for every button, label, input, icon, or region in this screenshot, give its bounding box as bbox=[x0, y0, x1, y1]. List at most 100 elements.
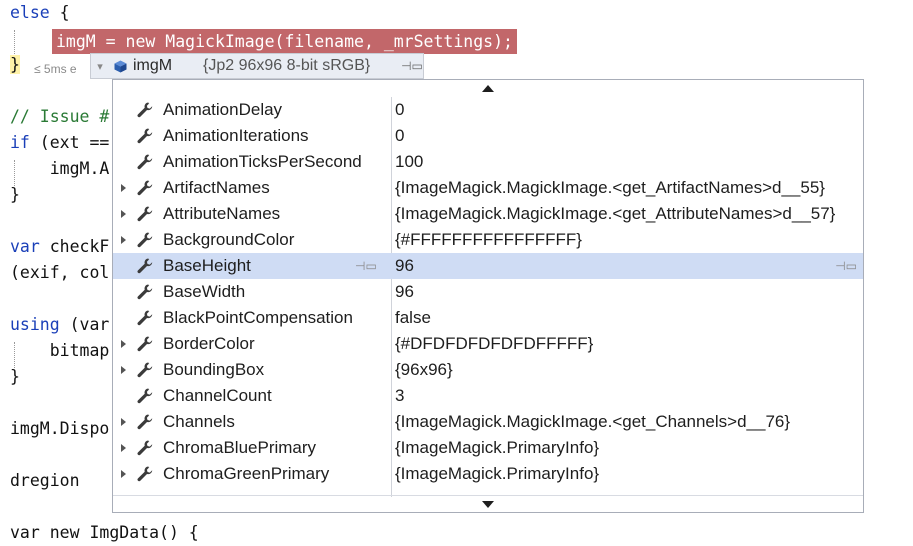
code-keyword: else bbox=[10, 3, 50, 22]
property-value[interactable]: {ImageMagick.PrimaryInfo} bbox=[389, 461, 863, 487]
property-value[interactable]: {ImageMagick.PrimaryInfo} bbox=[389, 435, 863, 461]
code-text: dregion bbox=[10, 471, 80, 490]
property-row[interactable]: ChromaBluePrimary {ImageMagick.PrimaryInf… bbox=[113, 435, 863, 461]
code-text: { bbox=[49, 3, 70, 22]
code-line[interactable]: // Issue # bbox=[10, 104, 109, 130]
property-name: AnimationDelay bbox=[163, 100, 283, 119]
code-line[interactable]: var checkF bbox=[10, 234, 109, 260]
property-row[interactable]: ChromaGreenPrimary {ImageMagick.PrimaryIn… bbox=[113, 461, 863, 487]
code-line[interactable]: } bbox=[10, 182, 20, 208]
expand-triangle-icon[interactable] bbox=[113, 227, 133, 253]
code-line[interactable]: bitmap bbox=[10, 338, 110, 364]
property-name: BackgroundColor bbox=[163, 230, 295, 249]
wrench-property-icon bbox=[133, 331, 157, 357]
property-value[interactable]: 96 bbox=[389, 279, 863, 305]
code-line[interactable]: using (var bbox=[10, 312, 109, 338]
property-row[interactable]: BaseWidth 96 bbox=[113, 279, 863, 305]
perf-tip[interactable]: ≤ 5ms e bbox=[34, 58, 77, 80]
property-value[interactable]: {#DFDFDFDFDFDFFFFF} bbox=[389, 331, 863, 357]
wrench-property-icon bbox=[133, 357, 157, 383]
property-value[interactable]: {ImageMagick.MagickImage.<get_Channels>d… bbox=[389, 409, 863, 435]
code-keyword: if bbox=[10, 133, 30, 152]
property-value[interactable]: {ImageMagick.MagickImage.<get_AttributeN… bbox=[389, 201, 863, 227]
wrench-property-icon bbox=[133, 305, 157, 331]
pin-icon[interactable]: ⊣▭ bbox=[835, 253, 857, 279]
datatip-property-panel[interactable]: AnimationDelay 0 AnimationIterations 0 Anima… bbox=[112, 79, 864, 513]
expand-triangle-icon[interactable] bbox=[113, 201, 133, 227]
code-line[interactable]: dregion bbox=[10, 468, 80, 494]
expand-triangle-icon[interactable] bbox=[113, 461, 133, 487]
code-comment: // Issue # bbox=[10, 107, 110, 126]
scroll-down-arrow-icon bbox=[482, 500, 494, 508]
property-row[interactable]: AnimationIterations 0 bbox=[113, 123, 863, 149]
scroll-up-arrow-icon bbox=[482, 84, 494, 92]
property-name: AnimationIterations bbox=[163, 126, 309, 145]
code-line[interactable]: if (ext == bbox=[10, 130, 109, 156]
property-value[interactable]: {#FFFFFFFFFFFFFFFF} bbox=[389, 227, 863, 253]
current-statement-highlight[interactable]: imgM = new MagickImage(filename, _mrSett… bbox=[52, 29, 517, 54]
wrench-property-icon bbox=[133, 97, 157, 123]
expand-triangle-icon[interactable] bbox=[113, 409, 133, 435]
property-row[interactable]: BorderColor {#DFDFDFDFDFDFFFFF} bbox=[113, 331, 863, 357]
code-text: } bbox=[10, 55, 20, 74]
property-value[interactable]: {96x96} bbox=[389, 357, 863, 383]
property-row[interactable]: AnimationTicksPerSecond 100 bbox=[113, 149, 863, 175]
property-name: BoundingBox bbox=[163, 360, 265, 379]
variable-value[interactable]: {Jp2 96x96 8-bit sRGB} bbox=[203, 57, 401, 75]
scroll-down-button[interactable] bbox=[113, 495, 863, 512]
property-row[interactable]: Channels {ImageMagick.MagickImage.<get_Ch… bbox=[113, 409, 863, 435]
pin-icon[interactable]: ⊣▭ bbox=[401, 59, 423, 73]
property-row[interactable]: AnimationDelay 0 bbox=[113, 97, 863, 123]
code-line[interactable]: } bbox=[10, 52, 20, 78]
property-row[interactable]: ArtifactNames {ImageMagick.MagickImage.<g… bbox=[113, 175, 863, 201]
scroll-up-button[interactable] bbox=[113, 80, 863, 96]
expand-triangle-icon[interactable] bbox=[113, 331, 133, 357]
code-line[interactable]: else { bbox=[10, 0, 70, 26]
wrench-property-icon bbox=[133, 201, 157, 227]
property-value[interactable]: 0 bbox=[389, 123, 863, 149]
code-text: bitmap bbox=[49, 341, 110, 360]
property-value[interactable]: 96 bbox=[389, 253, 863, 279]
wrench-property-icon bbox=[133, 409, 157, 435]
property-row[interactable]: BackgroundColor {#FFFFFFFFFFFFFFFF} bbox=[113, 227, 863, 253]
pin-icon[interactable]: ⊣▭ bbox=[355, 253, 377, 279]
code-keyword: var bbox=[10, 237, 40, 256]
code-keyword: using bbox=[10, 315, 60, 334]
property-row[interactable]: BoundingBox {96x96} bbox=[113, 357, 863, 383]
property-row[interactable]: BaseHeight 96 ⊣▭ ⊣▭ bbox=[113, 253, 863, 279]
code-text: checkF bbox=[39, 237, 110, 256]
property-name: BorderColor bbox=[163, 334, 255, 353]
code-line[interactable]: } bbox=[10, 364, 20, 390]
property-value[interactable]: 3 bbox=[389, 383, 863, 409]
code-text: } bbox=[10, 367, 20, 386]
property-value[interactable]: false bbox=[389, 305, 863, 331]
property-name: ChromaBluePrimary bbox=[163, 438, 317, 457]
property-value[interactable]: {ImageMagick.MagickImage.<get_ArtifactNa… bbox=[389, 175, 863, 201]
wrench-property-icon bbox=[133, 383, 157, 409]
code-text: imgM.A bbox=[49, 159, 110, 178]
expand-triangle-icon[interactable] bbox=[113, 175, 133, 201]
property-row[interactable]: BlackPointCompensation false bbox=[113, 305, 863, 331]
code-line[interactable]: var new ImgData() { bbox=[10, 520, 199, 546]
property-list: AnimationDelay 0 AnimationIterations 0 Anima… bbox=[113, 97, 863, 487]
property-value[interactable]: 0 bbox=[389, 97, 863, 123]
wrench-property-icon bbox=[133, 253, 157, 279]
code-line[interactable]: imgM.A bbox=[10, 156, 110, 182]
code-line[interactable]: (exif, col bbox=[10, 260, 109, 286]
datatip-header[interactable]: ▾ imgM {Jp2 96x96 8-bit sRGB} ⊣▭ bbox=[90, 53, 424, 79]
code-line[interactable]: imgM.Dispo bbox=[10, 416, 109, 442]
expand-triangle-icon[interactable] bbox=[113, 435, 133, 461]
datatip-drag-handle-icon[interactable]: ▾ bbox=[91, 60, 109, 73]
wrench-property-icon bbox=[133, 435, 157, 461]
property-row[interactable]: AttributeNames {ImageMagick.MagickImage.<… bbox=[113, 201, 863, 227]
code-text: imgM.Dispo bbox=[10, 419, 110, 438]
property-row[interactable]: ChannelCount 3 bbox=[113, 383, 863, 409]
expand-triangle-icon[interactable] bbox=[113, 357, 133, 383]
property-value[interactable]: 100 bbox=[389, 149, 863, 175]
